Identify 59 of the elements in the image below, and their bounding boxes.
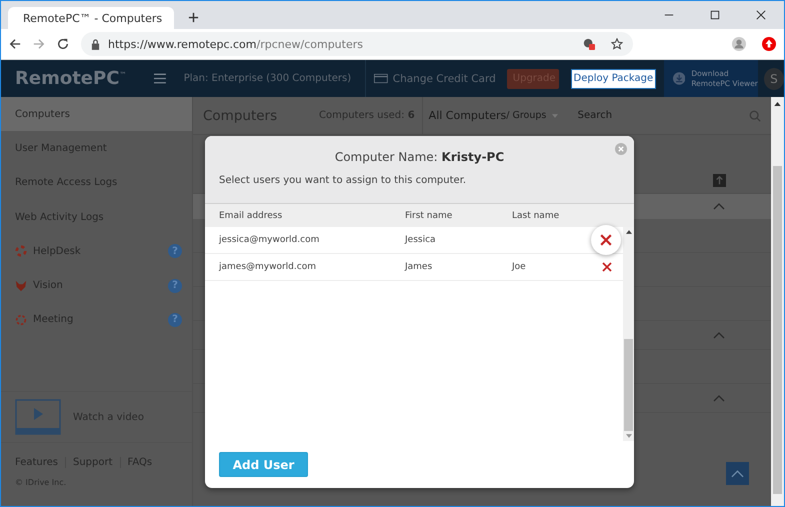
dialog-subtitle: Select users you want to assign to this computer. (219, 175, 466, 186)
help-icon[interactable]: ? (168, 278, 182, 293)
scrollbar[interactable] (771, 97, 784, 506)
maximize-icon[interactable] (710, 10, 720, 20)
delete-button[interactable] (591, 225, 621, 255)
app-logo: RemotePC$^{™}$ (15, 68, 128, 89)
column-header: Email address (219, 210, 284, 220)
fox-icon (15, 280, 27, 292)
change-credit-card-link[interactable]: Change Credit Card (392, 72, 496, 84)
chevron-up-icon[interactable] (713, 203, 725, 210)
extension-icon[interactable] (762, 37, 776, 51)
profile-icon[interactable] (732, 37, 746, 51)
delete-button[interactable] (600, 260, 614, 274)
url-text: https://www.remotepc.com/rpcnew/computers (108, 38, 363, 50)
cross-icon (602, 262, 612, 272)
email-cell-text: james@myworld.com (219, 262, 317, 272)
star-icon[interactable] (611, 38, 623, 50)
help-icon[interactable]: ? (168, 244, 182, 258)
lifebuoy-icon (15, 245, 27, 258)
column-header: First name (405, 210, 454, 220)
browser-tab[interactable]: RemotePC™ - Computers (8, 7, 174, 29)
group-filter-dropdown[interactable]: All Computers/ Groups (422, 97, 570, 134)
scroll-up-icon[interactable] (626, 230, 632, 234)
menu-icon[interactable] (154, 73, 166, 84)
user-avatar[interactable]: S (764, 68, 784, 90)
reload-icon[interactable] (57, 38, 69, 50)
download-icon (672, 72, 686, 85)
back-to-top-button[interactable] (726, 462, 749, 485)
forward-arrow-icon[interactable] (33, 38, 45, 50)
plus-icon[interactable] (188, 12, 199, 23)
email-cell-text: jessica@myworld.com (219, 235, 320, 245)
last-name-cell-text: Joe (512, 262, 527, 272)
cross-icon (600, 234, 612, 246)
filter-label: All Computers (428, 109, 506, 122)
column-header: Last name (512, 210, 560, 220)
first-name-cell-text: James (405, 262, 434, 272)
sidebar-item[interactable]: Computers (1, 97, 192, 132)
first-name-cell-text: Jessica (405, 235, 437, 245)
scrollbar[interactable] (623, 227, 634, 441)
scroll-down-icon[interactable] (626, 434, 632, 438)
meeting-icon (15, 314, 27, 326)
sidebar-item-label: Computers (15, 108, 71, 120)
deploy-package-button[interactable]: Deploy Package (570, 68, 656, 88)
user-row[interactable]: jessica@myworld.com Jessica (205, 227, 623, 254)
close-icon[interactable] (756, 10, 766, 20)
address-bar[interactable]: https://www.remotepc.com/rpcnew/computers (81, 32, 633, 56)
back-arrow-icon[interactable] (9, 38, 21, 50)
add-user-button[interactable]: Add User (219, 452, 308, 477)
filter-sub-label: / Groups (506, 110, 546, 121)
user-row[interactable]: james@myworld.com James Joe (205, 254, 623, 281)
lock-icon (91, 38, 100, 50)
search-field[interactable]: Search (576, 109, 680, 122)
tab-title: RemotePC™ - Computers (23, 12, 162, 24)
dialog-title: Computer Name: Kristy-PC (334, 150, 504, 164)
chevron-up-icon (731, 470, 744, 478)
credit-card-icon[interactable] (374, 73, 388, 84)
scroll-up-icon[interactable] (774, 102, 781, 106)
plan-label: Plan: Enterprise (300 Computers) (184, 73, 352, 84)
help-icon[interactable]: ? (168, 312, 182, 327)
